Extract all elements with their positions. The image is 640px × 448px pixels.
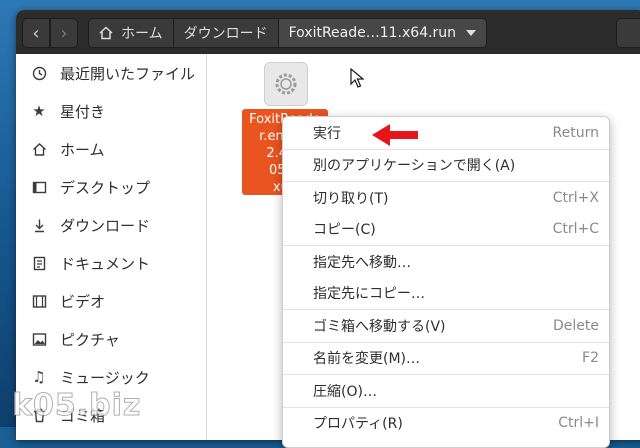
home-icon xyxy=(30,140,48,158)
mouse-pointer-icon xyxy=(350,68,364,88)
sidebar-item-label: ドキュメント xyxy=(60,254,151,273)
sidebar-item-label: ミュージック xyxy=(60,368,150,387)
breadcrumb-home-label: ホーム xyxy=(121,26,163,42)
sidebar-item-recent[interactable]: 最近開いたファイル xyxy=(16,54,206,92)
breadcrumb-downloads[interactable]: ダウンロード xyxy=(173,18,279,48)
menu-item-shortcut: Ctrl+C xyxy=(552,221,599,238)
chevron-down-icon xyxy=(466,30,477,36)
menu-item-move-to-trash[interactable]: ゴミ箱へ移動する(V) Delete xyxy=(283,310,609,342)
menu-item-copy-to[interactable]: 指定先にコピー… xyxy=(283,278,609,310)
menu-item-properties[interactable]: プロパティ(R) Ctrl+I xyxy=(283,408,609,440)
sidebar-item-label: ピクチャ xyxy=(60,330,120,349)
sidebar-item-label: デスクトップ xyxy=(60,178,151,197)
navigation-buttons: ‹ › xyxy=(22,18,78,48)
document-icon xyxy=(30,254,48,272)
sidebar-item-label: ビデオ xyxy=(60,292,106,311)
menu-item-label: 別のアプリケーションで開く(A) xyxy=(313,158,516,175)
menu-item-shortcut: Delete xyxy=(553,317,599,334)
menu-item-run[interactable]: 実行 Return xyxy=(283,117,609,149)
menu-item-label: 指定先にコピー… xyxy=(313,286,425,303)
sidebar-item-label: 星付き xyxy=(60,102,106,121)
menu-item-shortcut: Return xyxy=(552,124,599,141)
menu-item-label: コピー(C) xyxy=(313,222,376,239)
menu-item-compress[interactable]: 圧縮(O)… xyxy=(283,375,609,407)
sidebar-item-documents[interactable]: ドキュメント xyxy=(16,244,206,282)
sidebar-item-starred[interactable]: ★ 星付き xyxy=(16,92,206,130)
breadcrumb: ホーム ダウンロード FoxitReade…11.x64.run xyxy=(88,18,488,48)
watermark: k05.biz xyxy=(11,388,142,424)
menu-item-copy[interactable]: コピー(C) Ctrl+C xyxy=(283,214,609,246)
sidebar-item-label: 最近開いたファイル xyxy=(60,64,196,83)
sidebar-item-desktop[interactable]: デスクトップ xyxy=(16,168,206,206)
header-right-button[interactable] xyxy=(616,18,640,48)
gear-icon[interactable] xyxy=(264,62,308,106)
picture-icon xyxy=(30,330,48,348)
menu-item-rename[interactable]: 名前を変更(M)… F2 xyxy=(283,343,609,375)
music-icon: ♫ xyxy=(32,368,46,386)
red-arrow-icon xyxy=(372,124,418,146)
menu-item-shortcut: Ctrl+I xyxy=(558,415,599,432)
breadcrumb-current-label: FoxitReade…11.x64.run xyxy=(288,25,457,41)
forward-button[interactable]: › xyxy=(50,18,78,48)
sidebar-item-pictures[interactable]: ピクチャ xyxy=(16,320,206,358)
menu-item-cut[interactable]: 切り取り(T) Ctrl+X xyxy=(283,182,609,214)
menu-item-shortcut: Ctrl+X xyxy=(552,189,599,206)
sidebar-item-home[interactable]: ホーム xyxy=(16,130,206,168)
context-menu: 実行 Return 別のアプリケーションで開く(A) 切り取り(T) Ctrl+… xyxy=(282,116,610,448)
menu-item-shortcut: F2 xyxy=(582,350,599,367)
breadcrumb-current-file[interactable]: FoxitReade…11.x64.run xyxy=(278,18,488,48)
desktop-icon xyxy=(30,178,48,196)
sidebar-item-label: ダウンロード xyxy=(60,216,151,235)
home-icon xyxy=(99,26,113,40)
menu-item-label: 圧縮(O)… xyxy=(313,383,377,400)
sidebar: 最近開いたファイル ★ 星付き ホーム デスクトップ ダウンロード ドキュメント… xyxy=(16,54,207,440)
menu-item-label: 実行 xyxy=(313,125,341,142)
breadcrumb-home[interactable]: ホーム xyxy=(88,18,174,48)
download-icon xyxy=(30,216,48,234)
menu-item-label: 切り取り(T) xyxy=(313,190,389,207)
star-icon: ★ xyxy=(32,102,46,120)
clock-icon xyxy=(30,64,48,82)
back-button[interactable]: ‹ xyxy=(22,18,50,48)
menu-item-label: プロパティ(R) xyxy=(313,416,403,433)
video-icon xyxy=(30,292,48,310)
menu-item-label: 指定先へ移動… xyxy=(313,254,411,271)
menu-item-label: 名前を変更(M)… xyxy=(313,351,421,368)
sidebar-item-label: ホーム xyxy=(60,140,105,159)
menu-item-move-to[interactable]: 指定先へ移動… xyxy=(283,246,609,278)
breadcrumb-downloads-label: ダウンロード xyxy=(183,26,268,42)
menu-item-open-with[interactable]: 別のアプリケーションで開く(A) xyxy=(283,150,609,182)
sidebar-item-videos[interactable]: ビデオ xyxy=(16,282,206,320)
header-bar: ‹ › ホーム ダウンロード FoxitReade…11.x64.run xyxy=(16,10,640,54)
menu-item-label: ゴミ箱へ移動する(V) xyxy=(313,318,446,335)
sidebar-item-downloads[interactable]: ダウンロード xyxy=(16,206,206,244)
